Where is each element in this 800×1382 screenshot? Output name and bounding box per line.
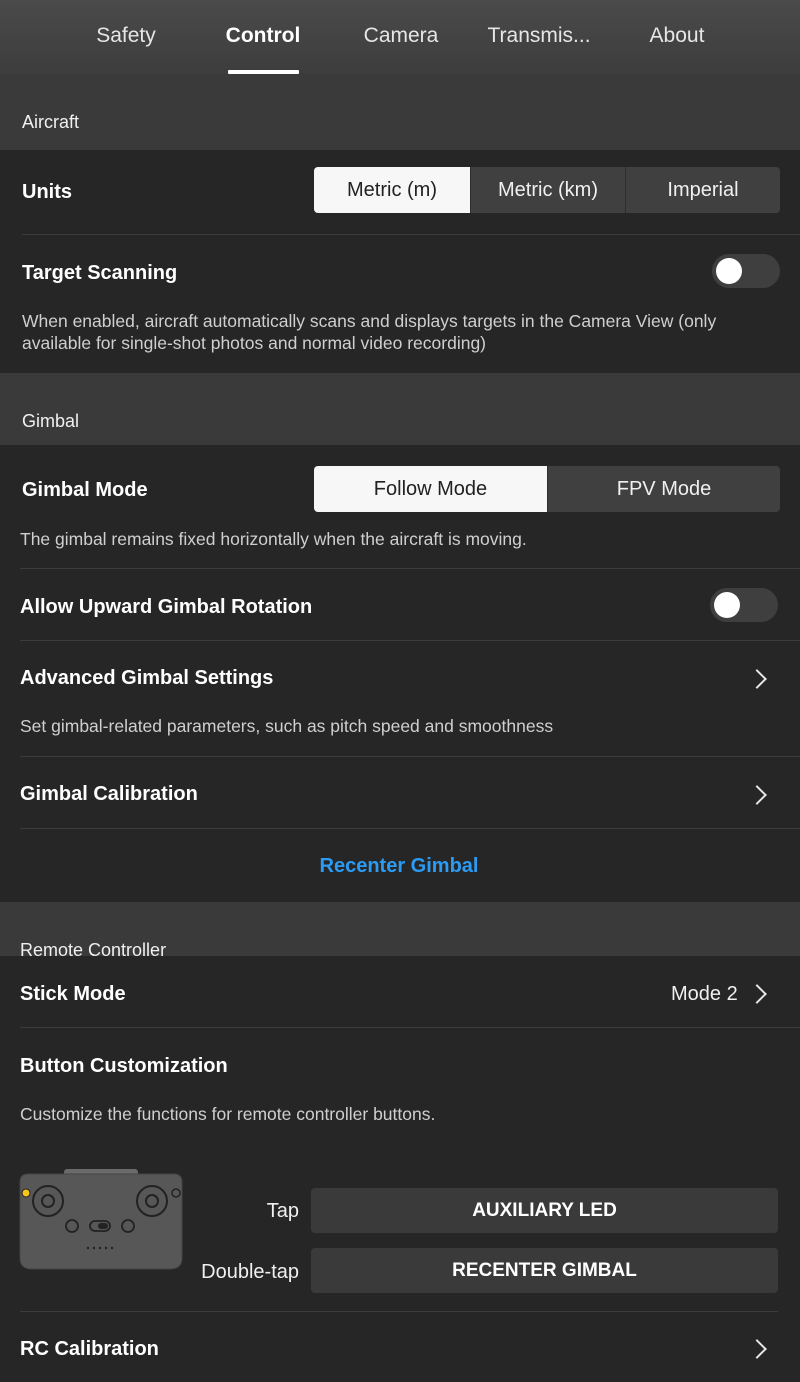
gimbal-mode-option-fpv[interactable]: FPV Mode: [547, 466, 780, 512]
units-label: Units: [22, 181, 72, 203]
toggle-knob: [716, 258, 742, 284]
target-scanning-label: Target Scanning: [22, 262, 178, 284]
section-title-aircraft: Aircraft: [22, 112, 80, 132]
settings-tab-bar: Safety Control Camera Transmis... About: [0, 0, 800, 74]
tap-label: Tap: [266, 1200, 299, 1222]
upward-rotation-toggle[interactable]: [710, 588, 778, 622]
chevron-right-icon: [747, 1339, 767, 1359]
double-tap-function-button[interactable]: RECENTER GIMBAL: [311, 1248, 778, 1293]
tab-control[interactable]: Control: [226, 24, 301, 48]
section-header-remote-controller: Remote Controller: [0, 902, 800, 960]
chevron-right-icon: [747, 785, 767, 805]
gimbal-panel: Gimbal Mode Follow Mode FPV Mode The gim…: [0, 445, 800, 902]
tap-function-button[interactable]: AUXILIARY LED: [311, 1188, 778, 1233]
advanced-gimbal-settings-row[interactable]: Advanced Gimbal Settings Set gimbal-rela…: [0, 641, 800, 756]
gimbal-mode-description: The gimbal remains fixed horizontally wh…: [20, 529, 527, 549]
rc-calibration-label: RC Calibration: [20, 1338, 159, 1360]
chevron-right-icon: [747, 669, 767, 689]
units-segmented-control: Metric (m) Metric (km) Imperial: [314, 167, 780, 213]
gimbal-mode-segmented-control: Follow Mode FPV Mode: [314, 466, 780, 512]
upward-rotation-label: Allow Upward Gimbal Rotation: [20, 596, 313, 618]
rc-calibration-row[interactable]: RC Calibration: [0, 1312, 800, 1382]
divider: [20, 568, 800, 569]
stick-mode-value: Mode 2: [671, 983, 738, 1005]
recenter-gimbal-button[interactable]: Recenter Gimbal: [320, 855, 479, 878]
units-option-metric-km[interactable]: Metric (km): [470, 167, 625, 213]
section-title-gimbal: Gimbal: [22, 411, 80, 431]
gimbal-mode-label: Gimbal Mode: [22, 479, 148, 501]
section-header-aircraft: Aircraft: [0, 74, 800, 150]
button-customization-description: Customize the functions for remote contr…: [20, 1104, 436, 1124]
remote-controller-panel: Stick Mode Mode 2 Button Customization C…: [0, 956, 800, 1382]
stick-mode-row[interactable]: Stick Mode Mode 2: [0, 956, 800, 1027]
chevron-right-icon: [747, 984, 767, 1004]
button-customization-label: Button Customization: [20, 1055, 228, 1077]
tab-camera[interactable]: Camera: [364, 24, 439, 48]
remote-controller-illustration: [19, 1169, 183, 1270]
gimbal-calibration-label: Gimbal Calibration: [20, 783, 198, 805]
advanced-gimbal-settings-description: Set gimbal-related parameters, such as p…: [20, 716, 554, 736]
target-scanning-description: When enabled, aircraft automatically sca…: [22, 311, 717, 353]
divider: [20, 1027, 800, 1028]
tab-transmission[interactable]: Transmis...: [487, 24, 590, 48]
target-scanning-toggle[interactable]: [712, 254, 780, 288]
advanced-gimbal-settings-label: Advanced Gimbal Settings: [20, 667, 274, 689]
toggle-knob: [714, 592, 740, 618]
aircraft-panel: Units Metric (m) Metric (km) Imperial Ta…: [0, 150, 800, 373]
units-option-metric-m[interactable]: Metric (m): [314, 167, 470, 213]
tab-safety[interactable]: Safety: [96, 24, 156, 48]
tab-about[interactable]: About: [650, 24, 705, 48]
double-tap-label: Double-tap: [201, 1261, 299, 1283]
gimbal-mode-option-follow[interactable]: Follow Mode: [314, 466, 547, 512]
divider: [20, 828, 800, 829]
section-header-gimbal: Gimbal: [0, 373, 800, 445]
gimbal-calibration-row[interactable]: Gimbal Calibration: [0, 757, 800, 828]
stick-mode-label: Stick Mode: [20, 983, 126, 1005]
divider: [22, 234, 800, 235]
units-option-imperial[interactable]: Imperial: [625, 167, 780, 213]
